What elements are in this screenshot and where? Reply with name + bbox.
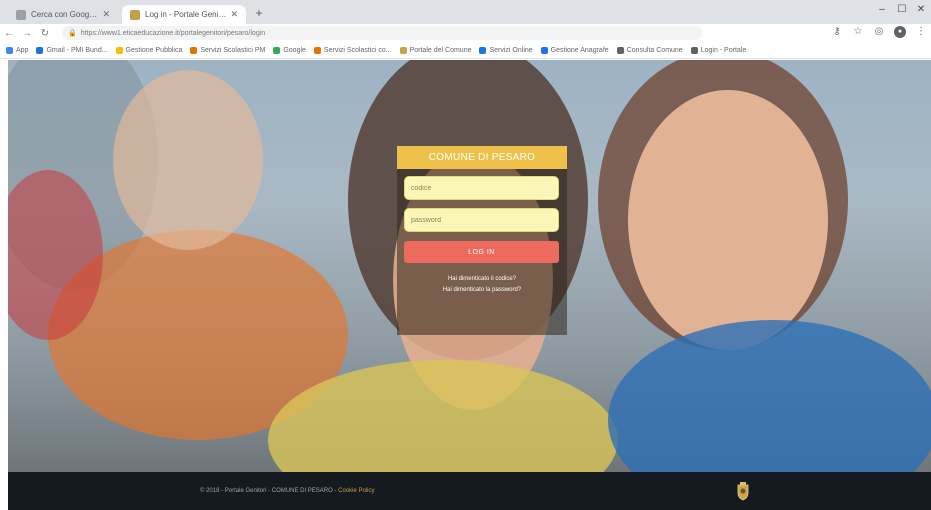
cookie-policy-link[interactable]: Cookie Policy: [338, 488, 374, 494]
municipal-crest-icon: [737, 482, 749, 501]
bookmark-label: Servizi Online: [489, 46, 533, 54]
bookmark-item[interactable]: Servizi Online: [479, 46, 533, 54]
bookmark-item[interactable]: Servizi Scolastici co...: [313, 46, 392, 54]
forgot-username-link[interactable]: Hai dimenticato il codice?: [397, 276, 567, 282]
bookmark-favicon-icon: [540, 46, 548, 54]
bookmark-label: Servizi Scolastici co...: [323, 46, 392, 54]
maximize-icon[interactable]: ☐: [895, 4, 909, 15]
address-bar[interactable]: 🔒 https://www1.eticaeducazione.it/portal…: [62, 26, 702, 40]
password-input[interactable]: [404, 208, 559, 232]
copyright-label: © 2018 - Portale Genitori - COMUNE DI PE…: [200, 488, 339, 494]
username-input[interactable]: [404, 176, 559, 200]
bookmark-label: Gestione Pubblica: [125, 46, 183, 54]
bookmark-item[interactable]: Gmail - PMI Bund...: [36, 46, 108, 54]
bookmark-item[interactable]: Gestione Pubblica: [115, 46, 183, 54]
back-icon[interactable]: ←: [0, 28, 18, 39]
extensions-icon[interactable]: ◎: [873, 26, 885, 38]
forgot-password-link[interactable]: Hai dimenticato la password?: [397, 287, 567, 293]
bookmark-item[interactable]: Login - Portale: [690, 46, 747, 54]
bookmark-label: Gestione Anagrafe: [550, 46, 609, 54]
key-icon[interactable]: ⚷: [831, 26, 843, 38]
lock-icon: 🔒: [68, 30, 77, 37]
menu-icon[interactable]: ⋮: [915, 26, 927, 38]
login-title: COMUNE DI PESARO: [397, 146, 567, 169]
bookmark-label: App: [16, 46, 29, 54]
bookmark-label: Gmail - PMI Bund...: [46, 46, 108, 54]
bookmark-favicon-icon: [190, 46, 198, 54]
close-window-icon[interactable]: ✕: [914, 4, 928, 15]
bookmark-item[interactable]: App: [6, 46, 29, 54]
bookmark-item[interactable]: Servizi Scolastici PM: [190, 46, 266, 54]
bookmark-favicon-icon: [6, 46, 13, 54]
close-tab-icon[interactable]: ✕: [102, 9, 110, 20]
tab-title: Log in - Portale Genitori: [145, 10, 227, 19]
url-text: https://www1.eticaeducazione.it/portaleg…: [80, 29, 266, 37]
reload-icon[interactable]: ↻: [36, 28, 54, 39]
bookmarks-bar: App Gmail - PMI Bund... Gestione Pubblica S…: [0, 42, 931, 59]
bookmark-label: Consulta Comune: [626, 46, 683, 54]
girl-face-right: [628, 90, 828, 350]
page-footer: © 2018 - Portale Genitori - COMUNE DI PE…: [8, 472, 931, 510]
bookmark-favicon-icon: [399, 46, 407, 54]
browser-toolbar: ← → ↻ 🔒 https://www1.eticaeducazione.it/…: [0, 24, 931, 42]
bookmark-label: Google: [283, 46, 306, 54]
browser-tab-strip: Cerca con Google Chrome ✕ Log in - Porta…: [0, 0, 931, 24]
tab-favicon-icon: [16, 9, 26, 20]
bookmark-favicon-icon: [115, 46, 123, 54]
browser-tab[interactable]: Cerca con Google Chrome ✕: [8, 5, 118, 24]
tab-favicon-icon: [130, 9, 140, 20]
tab-title: Cerca con Google Chrome: [31, 10, 98, 19]
copyright-text: © 2018 - Portale Genitori - COMUNE DI PE…: [200, 488, 375, 494]
forward-icon[interactable]: →: [18, 28, 36, 39]
girl-blue-shirt: [608, 320, 931, 472]
bookmark-label: Portale del Comune: [409, 46, 472, 54]
bookmark-item[interactable]: Google: [273, 46, 306, 54]
hero-background-image: COMUNE DI PESARO LOG IN Hai dimenticato …: [8, 60, 931, 472]
profile-avatar[interactable]: ●: [894, 26, 906, 38]
login-button[interactable]: LOG IN: [404, 241, 559, 263]
bookmark-favicon-icon: [690, 46, 698, 54]
bookmark-item[interactable]: Portale del Comune: [399, 46, 472, 54]
bookmark-item[interactable]: Gestione Anagrafe: [540, 46, 609, 54]
bookmark-item[interactable]: Consulta Comune: [616, 46, 683, 54]
bookmark-favicon-icon: [273, 46, 281, 54]
minimize-icon[interactable]: –: [875, 4, 889, 15]
login-panel: COMUNE DI PESARO LOG IN Hai dimenticato …: [397, 146, 567, 335]
bookmark-label: Servizi Scolastici PM: [200, 46, 266, 54]
star-icon[interactable]: ☆: [852, 26, 864, 38]
bookmark-favicon-icon: [479, 46, 487, 54]
close-tab-icon[interactable]: ✕: [230, 9, 238, 20]
child-face-left: [113, 70, 263, 250]
bookmark-favicon-icon: [616, 46, 624, 54]
bookmark-favicon-icon: [313, 46, 321, 54]
bookmark-label: Login - Portale: [700, 46, 747, 54]
new-tab-icon[interactable]: +: [252, 6, 266, 20]
browser-tab-active[interactable]: Log in - Portale Genitori ✕: [122, 5, 246, 24]
bookmark-favicon-icon: [36, 46, 44, 54]
